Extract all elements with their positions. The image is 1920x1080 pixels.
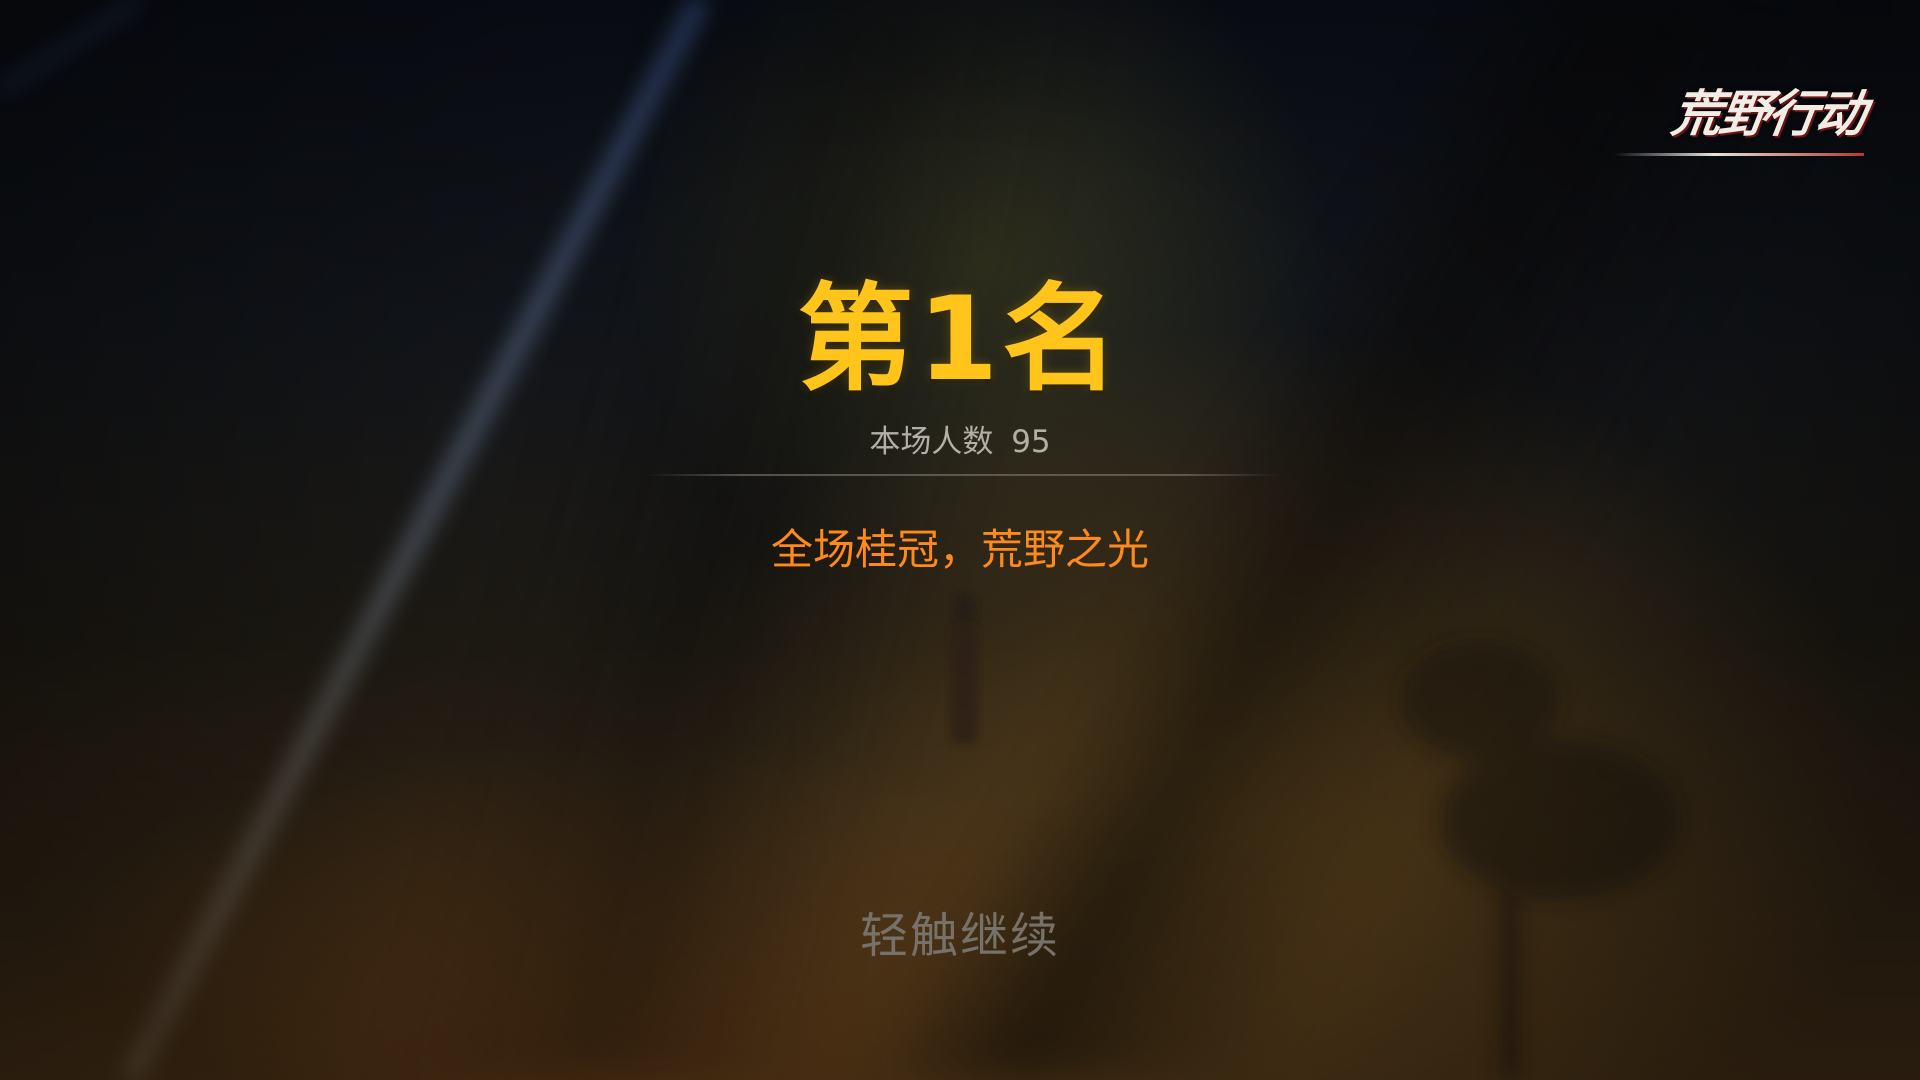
rank-title: 第1名	[797, 272, 1123, 407]
player-count-value: 95	[1011, 424, 1051, 460]
logo-underline	[1614, 153, 1864, 156]
divider	[645, 474, 1279, 476]
game-logo-text: 荒野行动	[1667, 85, 1869, 143]
player-count: 本场人数 95	[0, 420, 1920, 464]
rank-motto: 全场桂冠，荒野之光	[770, 525, 1149, 574]
game-logo: 荒野行动	[1594, 84, 1868, 156]
tap-to-continue-prompt[interactable]: 轻触继续	[0, 904, 1920, 968]
player-count-label: 本场人数	[869, 424, 994, 460]
match-result-screen[interactable]: 荒野行动 第1名 本场人数 95 全场桂冠，荒野之光 轻触继续	[0, 0, 1920, 1080]
